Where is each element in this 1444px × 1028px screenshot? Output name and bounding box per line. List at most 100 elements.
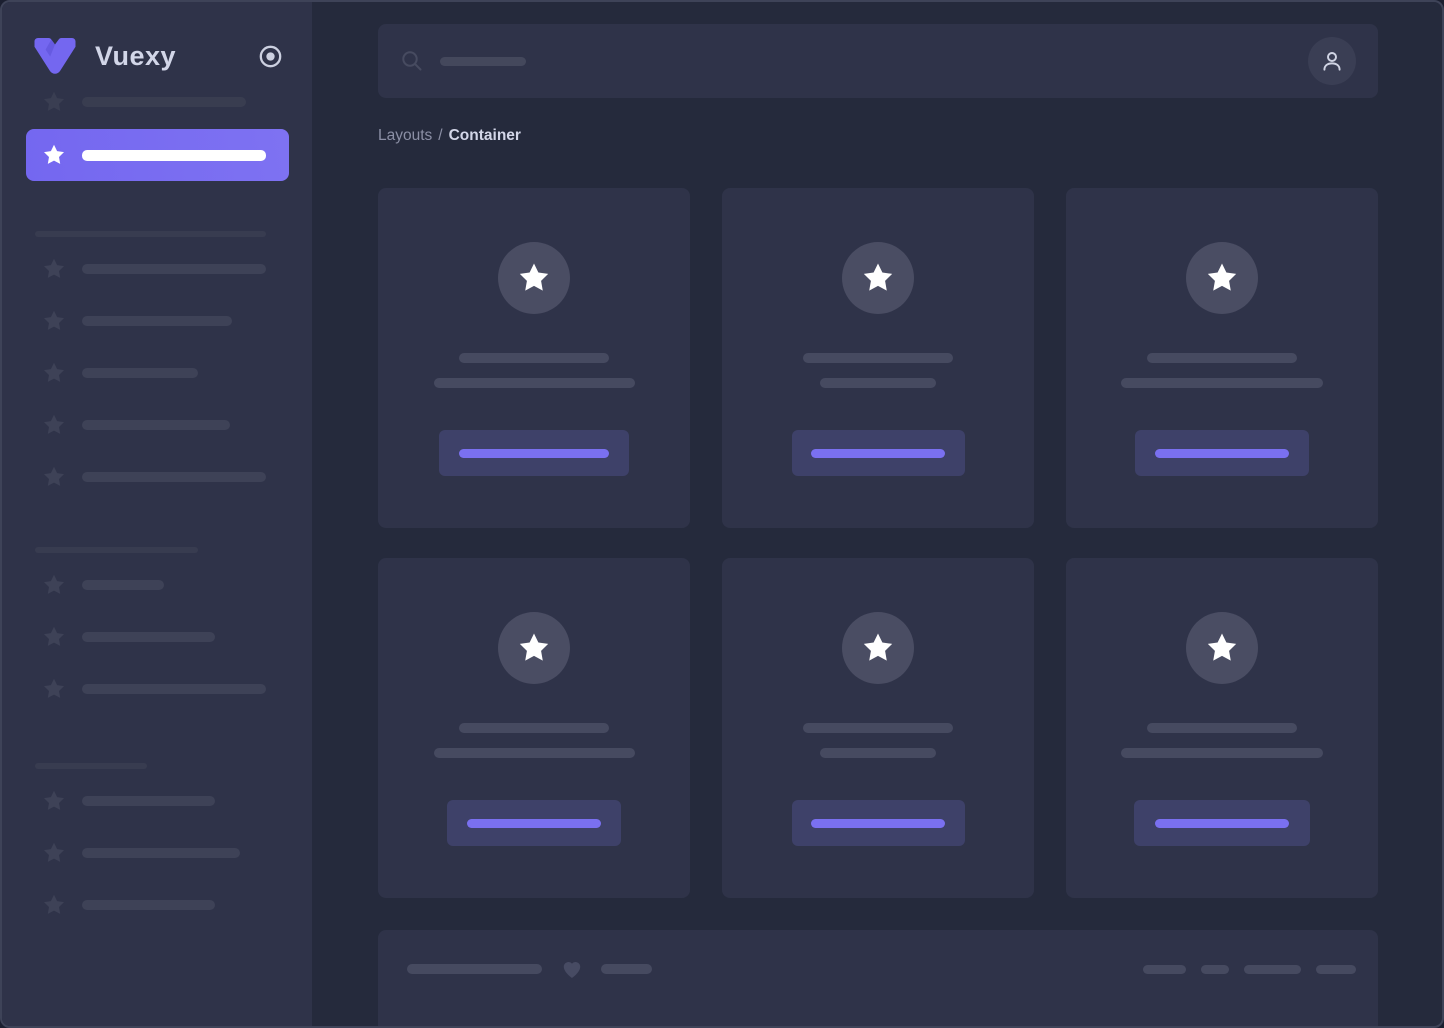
skeleton-bar xyxy=(82,472,266,482)
skeleton-bar xyxy=(82,97,246,107)
sidebar: Vuexy xyxy=(2,2,312,1026)
sidebar-item[interactable] xyxy=(2,257,312,281)
card-avatar xyxy=(842,612,914,684)
card-title-bar xyxy=(1147,353,1297,363)
button-label-bar xyxy=(459,448,609,458)
skeleton-bar xyxy=(601,964,652,974)
skeleton-bar xyxy=(82,149,266,161)
footer-meta-bars xyxy=(1143,964,1356,974)
header-search-bar xyxy=(378,24,1378,98)
skeleton-bar xyxy=(82,420,230,430)
card-button[interactable] xyxy=(1134,800,1310,846)
sidebar-item[interactable] xyxy=(2,893,312,917)
heart-icon[interactable] xyxy=(560,957,584,981)
card-subtitle-bar xyxy=(1121,378,1323,388)
card xyxy=(722,188,1034,528)
skeleton-bar xyxy=(82,264,266,274)
star-icon xyxy=(44,91,64,111)
star-icon xyxy=(44,894,64,914)
card-grid xyxy=(378,188,1378,898)
card-subtitle-bar xyxy=(1121,748,1323,758)
sidebar-item-active[interactable] xyxy=(26,129,289,181)
sidebar-item[interactable] xyxy=(2,361,312,385)
section-divider xyxy=(35,231,266,237)
radio-circle-icon[interactable] xyxy=(258,44,283,69)
card-avatar xyxy=(1186,242,1258,314)
sidebar-item[interactable] xyxy=(2,309,312,333)
skeleton-bar xyxy=(82,900,215,910)
sidebar-item[interactable] xyxy=(2,573,312,597)
card-avatar xyxy=(842,242,914,314)
skeleton-bar xyxy=(1316,964,1356,974)
card-avatar xyxy=(498,242,570,314)
star-icon xyxy=(44,414,64,434)
button-label-bar xyxy=(811,448,945,458)
magnifier-icon xyxy=(402,51,422,71)
section-divider xyxy=(35,763,147,769)
star-icon xyxy=(519,633,549,661)
sidebar-section xyxy=(2,789,312,917)
card-subtitle-bar xyxy=(820,748,936,758)
button-label-bar xyxy=(811,818,945,828)
skeleton-bar xyxy=(1244,964,1301,974)
sidebar-item[interactable] xyxy=(2,413,312,437)
sidebar-item[interactable] xyxy=(2,90,312,114)
star-icon xyxy=(44,842,64,862)
skeleton-bar xyxy=(1143,964,1186,974)
star-icon xyxy=(44,466,64,486)
skeleton-bar xyxy=(82,848,240,858)
section-divider xyxy=(35,547,198,553)
button-label-bar xyxy=(467,818,601,828)
skeleton-bar xyxy=(82,684,266,694)
card-button[interactable] xyxy=(791,800,965,846)
breadcrumb-separator: / xyxy=(438,127,443,144)
sidebar-section xyxy=(2,257,312,489)
person-icon xyxy=(1323,52,1341,71)
sidebar-menu xyxy=(2,90,312,917)
button-label-bar xyxy=(1155,448,1289,458)
search-input[interactable] xyxy=(400,24,1308,98)
card xyxy=(1066,558,1378,898)
star-icon xyxy=(863,633,893,661)
card-title-bar xyxy=(459,723,609,733)
star-icon xyxy=(44,790,64,810)
card-title-bar xyxy=(803,353,953,363)
brand-title: Vuexy xyxy=(95,41,177,71)
star-icon xyxy=(44,258,64,278)
card-title-bar xyxy=(459,353,609,363)
skeleton-bar xyxy=(82,796,215,806)
card-avatar xyxy=(1186,612,1258,684)
main-area: Layouts / Container xyxy=(312,2,1442,1026)
user-avatar-button[interactable] xyxy=(1308,37,1356,85)
breadcrumb-link-layouts[interactable]: Layouts xyxy=(378,127,432,144)
card xyxy=(1066,188,1378,528)
card-avatar xyxy=(498,612,570,684)
button-label-bar xyxy=(1155,818,1289,828)
sidebar-item[interactable] xyxy=(2,465,312,489)
app-window: Vuexy Layouts / Container xyxy=(0,0,1444,1028)
sidebar-header: Vuexy xyxy=(2,2,312,77)
sidebar-item[interactable] xyxy=(2,677,312,701)
breadcrumb-current: Container xyxy=(448,127,521,144)
card xyxy=(722,558,1034,898)
sidebar-item[interactable] xyxy=(2,841,312,865)
star-icon xyxy=(44,310,64,330)
sidebar-section xyxy=(2,573,312,701)
card-title-bar xyxy=(1147,723,1297,733)
card-subtitle-bar xyxy=(433,378,635,388)
skeleton-bar xyxy=(1201,964,1229,974)
star-icon xyxy=(44,362,64,382)
card-button[interactable] xyxy=(447,800,621,846)
sidebar-item[interactable] xyxy=(2,789,312,813)
search-placeholder-bar xyxy=(440,56,526,66)
skeleton-bar xyxy=(82,316,232,326)
card-button[interactable] xyxy=(439,430,629,476)
sidebar-item[interactable] xyxy=(2,625,312,649)
skeleton-bar xyxy=(407,964,542,974)
card-button[interactable] xyxy=(791,430,965,476)
skeleton-bar xyxy=(82,632,215,642)
star-icon xyxy=(44,574,64,594)
breadcrumb: Layouts / Container xyxy=(378,127,1378,145)
card xyxy=(378,558,690,898)
card-button[interactable] xyxy=(1135,430,1309,476)
